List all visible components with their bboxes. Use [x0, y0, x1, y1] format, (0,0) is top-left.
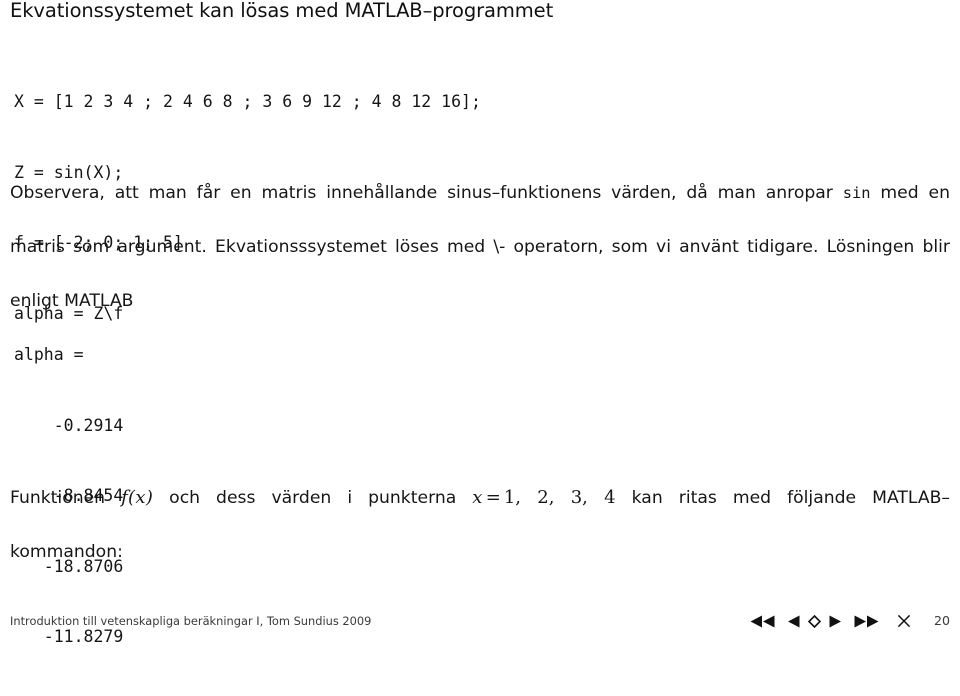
paragraph-text: Observera, att man får en matris innehål…: [10, 183, 843, 203]
page-title: Ekvationssystemet kan lösas med MATLAB–p…: [10, 0, 554, 22]
math-values-list: 1, 2, 3, 4: [503, 487, 616, 508]
diamond-outline-icon: [807, 614, 821, 628]
inline-code-sin: sin: [842, 184, 871, 202]
close-presentation-button[interactable]: [896, 613, 912, 629]
paragraph-line: matris som argument. Ekvationsssystemet …: [10, 237, 950, 257]
code-line: X = [1 2 3 4 ; 2 4 6 8 ; 3 6 9 12 ; 4 8 …: [14, 92, 481, 111]
right-triangle-icon: [828, 615, 842, 628]
footer-course-info: Introduktion till vetenskapliga beräknin…: [10, 614, 372, 628]
close-x-icon: [897, 614, 911, 628]
slide-canvas: Ekvationssystemet kan lösas med MATLAB–p…: [0, 0, 960, 646]
math-variable-x: x: [472, 487, 483, 508]
paragraph-text: med en: [870, 183, 950, 203]
math-expression-fx: f(x): [121, 487, 154, 508]
left-triangle-icon: [787, 615, 801, 628]
paragraph-line: kommandon:: [10, 542, 123, 562]
frame-number: 20: [933, 613, 950, 628]
code-line: -0.2914: [14, 415, 124, 435]
last-slide-button[interactable]: [852, 613, 881, 629]
paragraph-text: Funktionen: [10, 488, 122, 508]
previous-slide-button[interactable]: [786, 613, 802, 629]
paragraph-observera: Observera, att man får en matris innehål…: [10, 180, 950, 315]
paragraph-line: Funktionen f(x) och dess värden i punkte…: [10, 484, 950, 539]
double-right-triangle-icon: [853, 615, 880, 628]
paragraph-text: kan ritas med följande MATLAB–: [615, 488, 950, 508]
code-line: alpha =: [14, 345, 84, 364]
paragraph-text: och dess värden i punkterna: [153, 488, 473, 508]
footer: Introduktion till vetenskapliga beräknin…: [0, 606, 960, 640]
paragraph-funktionen: Funktionen f(x) och dess värden i punkte…: [10, 484, 950, 566]
first-slide-button[interactable]: [748, 613, 777, 629]
double-left-triangle-icon: [749, 615, 776, 628]
current-slide-button[interactable]: [807, 613, 822, 629]
paragraph-line: Observera, att man får en matris innehål…: [10, 180, 950, 234]
math-equals-sign: =: [485, 487, 501, 508]
beamer-navigation-bar: 20: [748, 613, 950, 629]
next-slide-button[interactable]: [827, 613, 843, 629]
